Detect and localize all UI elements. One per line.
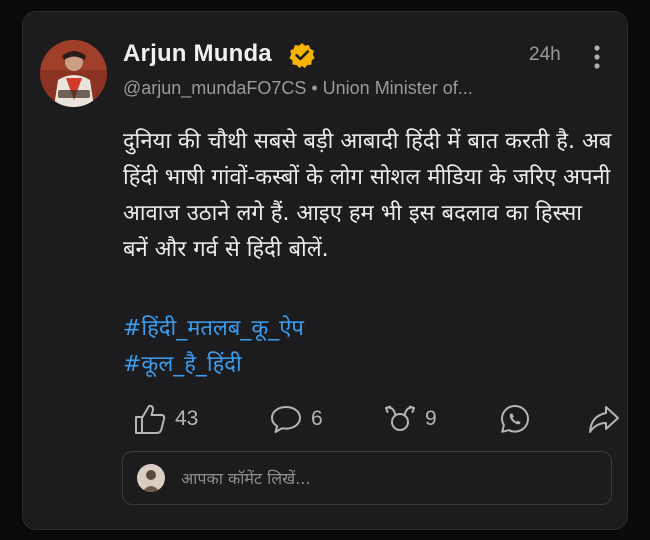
current-user-avatar [137,464,165,492]
comment-button[interactable]: 6 [269,402,323,436]
comment-input-box[interactable]: आपका कॉमेंट लिखें... [122,451,612,505]
post-time: 24h [529,44,561,65]
share-button[interactable] [587,402,621,436]
hashtag-link[interactable]: #कूल_है_हिंदी [123,347,613,383]
author-name[interactable]: Arjun Munda [123,40,272,68]
share-icon [587,403,621,435]
more-vertical-icon[interactable] [587,44,607,72]
rekoo-button[interactable]: 9 [383,402,437,436]
like-icon [133,403,167,435]
verified-badge-icon [289,42,315,68]
whatsapp-share-button[interactable] [499,402,531,436]
author-avatar[interactable] [40,40,107,107]
comment-count: 6 [311,407,323,430]
like-count: 43 [175,407,199,430]
whatsapp-icon [499,403,531,435]
comment-icon [269,403,303,435]
author-handle-bio[interactable]: @arjun_mundaFO7CS • Union Minister of... [123,78,573,99]
hashtag-list: #हिंदी_मतलब_कू_ऐप #कूल_है_हिंदी [123,311,613,383]
hashtag-link[interactable]: #हिंदी_मतलब_कू_ऐप [123,311,613,347]
action-bar: 43 6 9 [131,402,619,436]
rekoo-count: 9 [425,407,437,430]
post-card: Arjun Munda 24h @arjun_mundaFO7CS • Unio… [22,11,628,530]
like-button[interactable]: 43 [133,402,198,436]
comment-placeholder[interactable]: आपका कॉमेंट लिखें... [181,467,310,489]
rekoo-icon [383,403,417,435]
post-body-text: दुनिया की चौथी सबसे बड़ी आबादी हिंदी में… [123,129,612,262]
